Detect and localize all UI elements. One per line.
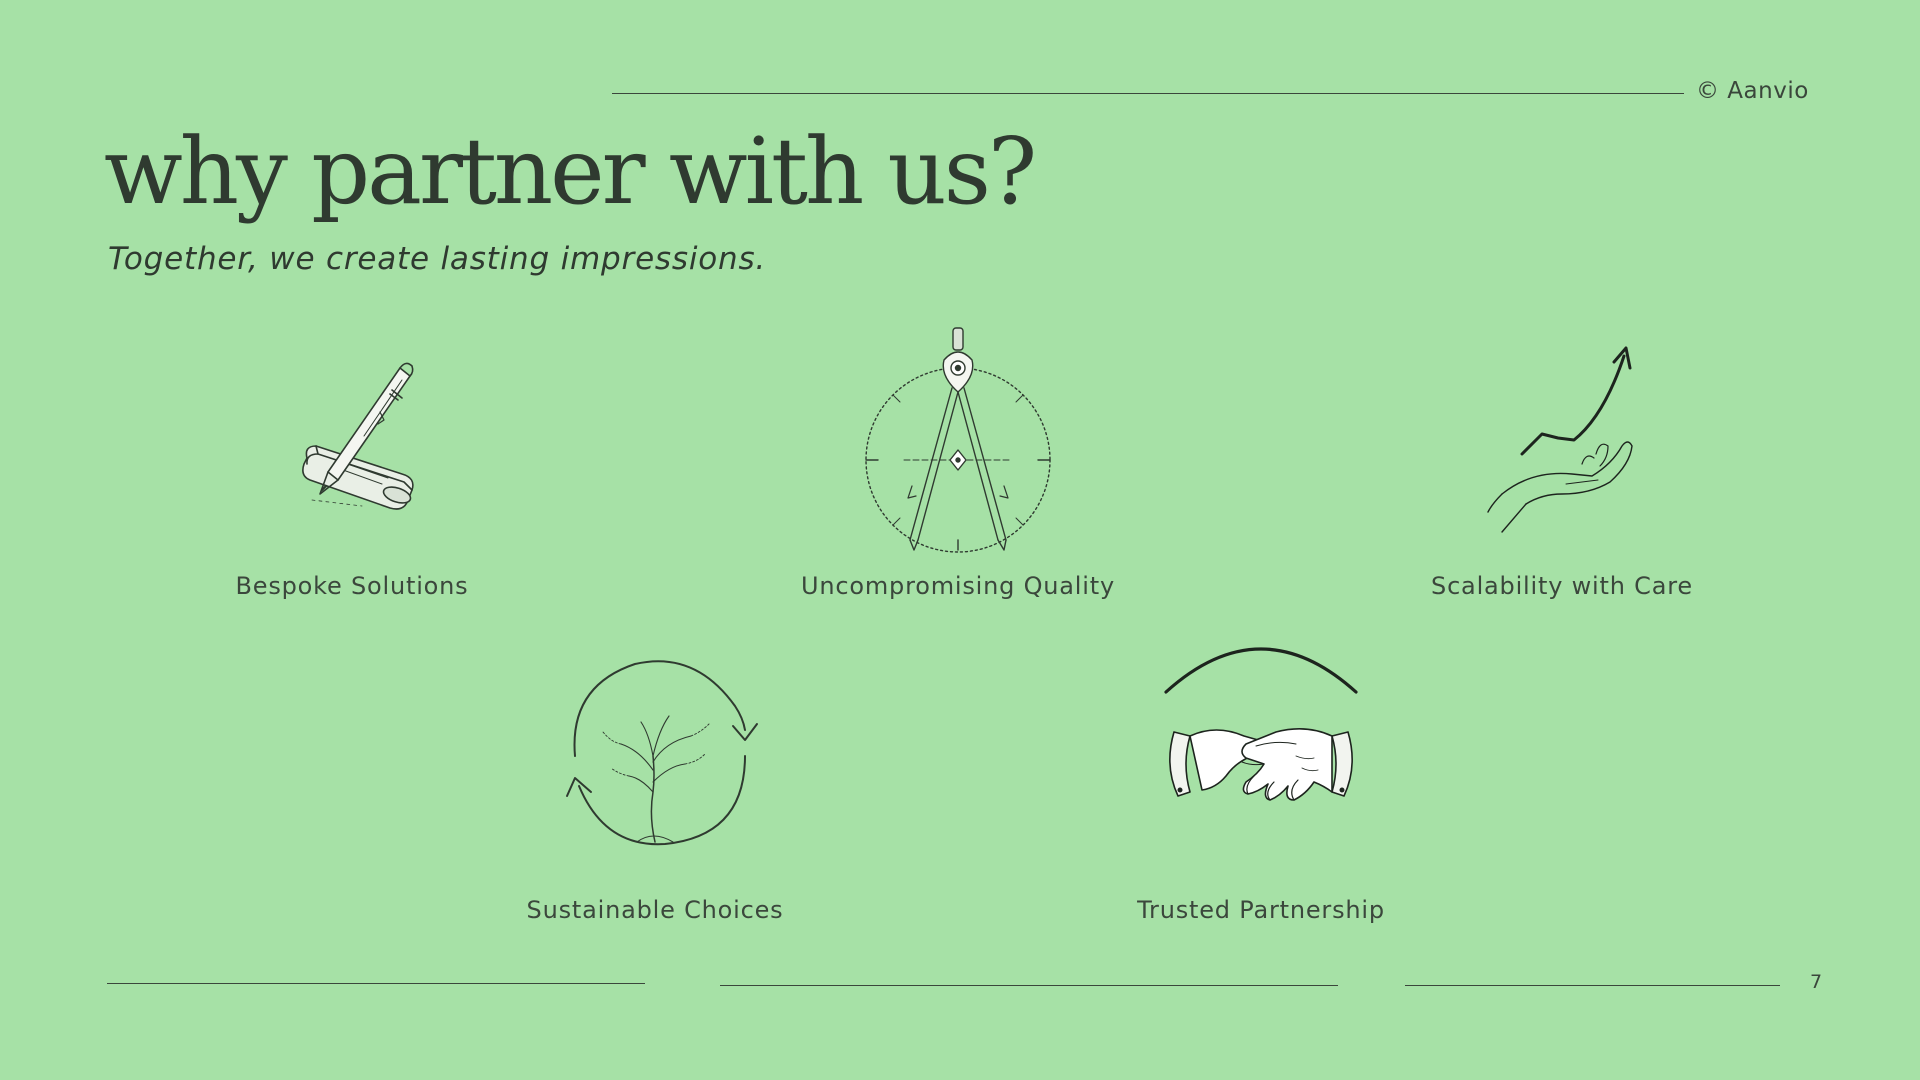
footer-rule-center bbox=[720, 985, 1338, 986]
slide: © Aanvio why partner with us? Together, … bbox=[0, 0, 1920, 1080]
feature-trusted-partnership: Trusted Partnership bbox=[1061, 636, 1461, 936]
feature-label: Uncompromising Quality bbox=[801, 572, 1115, 600]
page-number: 7 bbox=[1810, 971, 1823, 993]
drafting-compass-icon bbox=[865, 327, 1051, 553]
footer-rule-left bbox=[107, 983, 645, 984]
feature-label: Sustainable Choices bbox=[526, 896, 784, 924]
handshake-icon bbox=[1164, 647, 1358, 801]
pen-and-eraser-icon bbox=[302, 362, 414, 510]
page-subtitle: Together, we create lasting impressions. bbox=[108, 241, 767, 277]
hand-with-rising-arrow-icon bbox=[1487, 346, 1633, 533]
feature-label: Bespoke Solutions bbox=[235, 572, 469, 600]
feature-scalability-with-care: Scalability with Care bbox=[1362, 334, 1762, 610]
tree-in-cycle-icon bbox=[566, 660, 758, 846]
feature-sustainable-choices: Sustainable Choices bbox=[455, 646, 855, 936]
feature-label: Scalability with Care bbox=[1431, 572, 1693, 600]
feature-label: Trusted Partnership bbox=[1137, 896, 1385, 924]
brand-mark: © Aanvio bbox=[1696, 78, 1809, 104]
feature-uncompromising-quality: Uncompromising Quality bbox=[758, 326, 1158, 610]
header-rule bbox=[612, 93, 1684, 94]
feature-bespoke-solutions: Bespoke Solutions bbox=[152, 350, 552, 610]
page-title: why partner with us? bbox=[104, 118, 1037, 225]
footer-rule-right bbox=[1405, 985, 1780, 986]
